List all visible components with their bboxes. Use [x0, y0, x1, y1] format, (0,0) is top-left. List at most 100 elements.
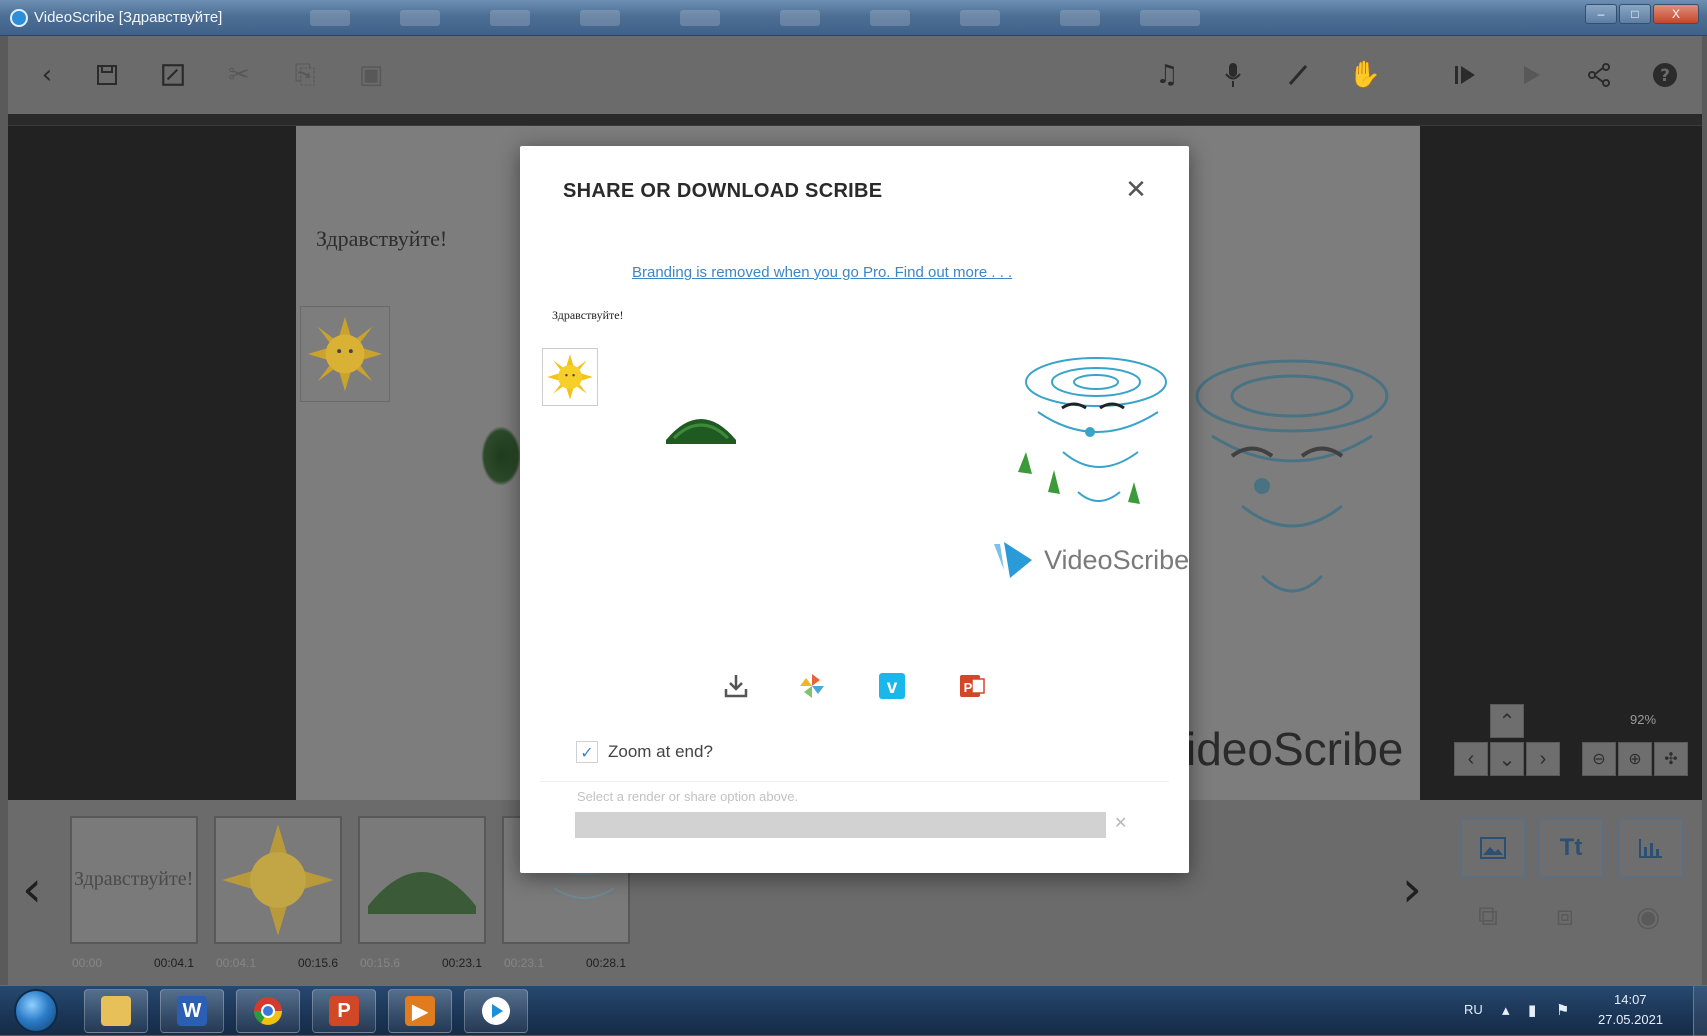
clock-time[interactable]: 14:07: [1614, 992, 1647, 1007]
play-icon[interactable]: [1514, 58, 1548, 92]
preview-brand-text: VideoScribe: [1044, 544, 1190, 575]
thumbnail-end-time: 00:28.1: [586, 956, 627, 970]
clock-date[interactable]: 27.05.2021: [1598, 1012, 1663, 1027]
blurred-tab: [780, 10, 820, 26]
delete-element-icon[interactable]: ⧈: [1556, 900, 1574, 933]
window-controls: – □ X: [1585, 4, 1699, 24]
app-toolbar: ‹ ✂ ⎘ ▣ ♫ ✋ ?: [8, 36, 1702, 114]
pinwheel-icon[interactable]: [792, 666, 832, 706]
blurred-tab: [310, 10, 350, 26]
action-center-icon[interactable]: ⚑: [1556, 1001, 1569, 1019]
sun-thumbnail-icon: [222, 824, 334, 936]
minimize-button[interactable]: –: [1585, 4, 1617, 24]
close-dialog-icon[interactable]: ✕: [1122, 175, 1150, 205]
add-chart-button[interactable]: [1618, 818, 1684, 878]
timeline-thumbnail[interactable]: [358, 816, 486, 944]
word-icon[interactable]: W: [160, 989, 224, 1033]
back-icon[interactable]: ‹: [30, 58, 64, 92]
vimeo-icon[interactable]: v: [872, 666, 912, 706]
image-icon: [1480, 837, 1506, 859]
render-hint: Select a render or share option above.: [577, 789, 799, 804]
start-button[interactable]: [14, 989, 58, 1033]
pen-icon[interactable]: [1282, 58, 1316, 92]
pan-right-button[interactable]: ›: [1526, 742, 1560, 776]
videoscribe-logo-icon: [994, 542, 1032, 578]
share-download-dialog: SHARE OR DOWNLOAD SCRIBE ✕ Branding is r…: [520, 146, 1189, 873]
fit-screen-icon[interactable]: ✣: [1654, 742, 1688, 776]
zoom-out-icon[interactable]: ⊖: [1582, 742, 1616, 776]
microphone-icon[interactable]: [1216, 58, 1250, 92]
pan-up-button[interactable]: ⌃: [1490, 704, 1524, 738]
chart-icon: [1639, 839, 1662, 858]
window-title: VideoScribe [Здравствуйте]: [34, 9, 223, 26]
power-icon[interactable]: ▮: [1528, 1001, 1536, 1019]
blurred-tab: [490, 10, 530, 26]
hand-icon[interactable]: ✋: [1348, 58, 1382, 92]
svg-text:v: v: [887, 677, 898, 698]
timeline-thumbnail[interactable]: [214, 816, 342, 944]
play-from-icon[interactable]: [1448, 58, 1482, 92]
zoom-in-icon[interactable]: ⊕: [1618, 742, 1652, 776]
media-player-icon[interactable]: ▶: [388, 989, 452, 1033]
move-element-icon[interactable]: ⧉: [1478, 900, 1498, 933]
preview-tree-image: [666, 419, 736, 444]
music-icon[interactable]: ♫: [1150, 58, 1184, 92]
canvas-ruler: [8, 114, 1702, 126]
powerpoint-icon[interactable]: P: [952, 666, 992, 706]
canvas-tornado-image[interactable]: [1172, 346, 1392, 676]
canvas-text-element[interactable]: Здравствуйте!: [316, 226, 447, 252]
pan-down-button[interactable]: ⌄: [1490, 742, 1524, 776]
chrome-icon[interactable]: [236, 989, 300, 1033]
svg-text:?: ?: [1660, 66, 1670, 86]
timeline-thumbnail[interactable]: Здравствуйте!: [70, 816, 198, 944]
zoom-at-end-row[interactable]: ✓ Zoom at end?: [576, 741, 713, 763]
pan-left-button[interactable]: ‹: [1454, 742, 1488, 776]
preview-brand: VideoScribe: [990, 540, 1189, 580]
thumbnail-end-time: 00:23.1: [442, 956, 483, 970]
videoscribe-icon[interactable]: [464, 989, 528, 1033]
windows-taskbar: W P ▶ RU ▴ ▮ ⚑ 14:07 27.05.2021: [0, 985, 1707, 1036]
cut-icon[interactable]: ✂: [222, 58, 256, 92]
language-indicator[interactable]: RU: [1464, 1002, 1483, 1017]
explorer-icon[interactable]: [84, 989, 148, 1033]
canvas-tree-image[interactable]: [481, 426, 521, 486]
zoom-level: 92%: [1630, 712, 1657, 727]
show-desktop-button[interactable]: [1693, 986, 1707, 1036]
share-icon[interactable]: [1582, 58, 1616, 92]
download-icon[interactable]: [716, 666, 756, 706]
powerpoint-icon[interactable]: P: [312, 989, 376, 1033]
tray-expand-icon[interactable]: ▴: [1502, 1001, 1510, 1019]
screen: VideoScribe [Здравствуйте] – □ X ‹ ✂ ⎘ ▣…: [0, 0, 1707, 1036]
thumbnail-label: Здравствуйте!: [74, 868, 194, 890]
copy-icon[interactable]: ⎘: [288, 58, 322, 92]
maximize-button[interactable]: □: [1619, 4, 1651, 24]
blurred-tab: [960, 10, 1000, 26]
go-pro-link[interactable]: Branding is removed when you go Pro. Fin…: [632, 264, 1012, 281]
add-image-button[interactable]: [1460, 818, 1526, 878]
preview-sun-image: [542, 348, 598, 406]
canvas-sun-image[interactable]: [300, 306, 390, 402]
canvas-brand-watermark: ideoScribe: [1186, 723, 1404, 775]
thumbnail-start-time: 00:00: [72, 956, 103, 970]
blurred-tab: [870, 10, 910, 26]
timeline-next-icon[interactable]: ›: [1402, 860, 1422, 918]
thumbnail-end-time: 00:04.1: [154, 956, 195, 970]
timeline-prev-icon[interactable]: ‹: [22, 860, 42, 918]
render-progress-bar: [575, 812, 1106, 838]
paste-icon[interactable]: ▣: [354, 58, 388, 92]
thumbnail-end-time: 00:15.6: [298, 956, 339, 970]
add-text-button[interactable]: Tt: [1538, 818, 1604, 878]
visibility-icon[interactable]: ◉: [1636, 900, 1660, 933]
save-as-icon[interactable]: [156, 58, 190, 92]
save-icon[interactable]: [90, 58, 124, 92]
help-icon[interactable]: ?: [1648, 58, 1682, 92]
thumbnail-start-time: 00:15.6: [360, 956, 401, 970]
cancel-render-icon[interactable]: ✕: [1114, 813, 1127, 832]
close-window-button[interactable]: X: [1653, 4, 1699, 24]
zoom-at-end-label[interactable]: Zoom at end?: [608, 742, 713, 762]
thumbnail-start-time: 00:04.1: [216, 956, 257, 970]
word-glyph: W: [177, 996, 207, 1026]
blurred-tab: [1140, 10, 1200, 26]
zoom-at-end-checkbox[interactable]: ✓: [576, 741, 598, 763]
thumbnail-start-time: 00:23.1: [504, 956, 545, 970]
